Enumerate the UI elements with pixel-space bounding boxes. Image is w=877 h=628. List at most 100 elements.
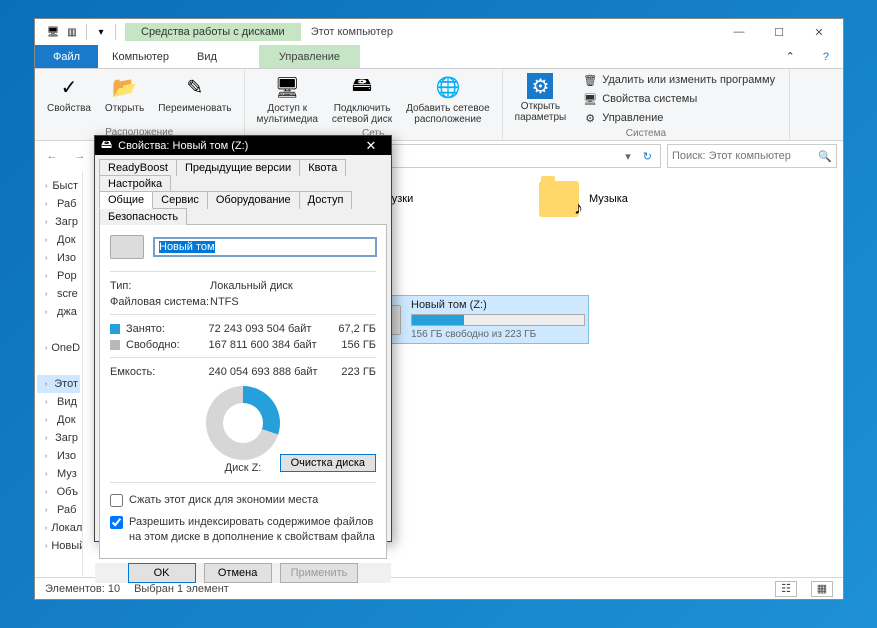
manage-icon: ⚙ xyxy=(582,110,598,126)
sidebar-item[interactable]: ›Раб xyxy=(37,501,80,519)
close-button[interactable]: ✕ xyxy=(799,19,839,45)
ribbon-collapse-icon[interactable]: ⌃ xyxy=(772,45,809,68)
drive-item[interactable]: Новый том (Z:)156 ГБ свободно из 223 ГБ xyxy=(359,295,589,344)
menu-file[interactable]: Файл xyxy=(35,45,98,68)
ribbon-media-button[interactable]: 🖥Доступ к мультимедиа xyxy=(251,71,324,127)
index-checkbox[interactable] xyxy=(110,516,123,529)
dialog-tabs: ReadyBoostПредыдущие версииКвота Настройк… xyxy=(95,155,391,224)
folder-icon: ♪ xyxy=(539,181,579,217)
sidebar-item[interactable]: ›Док xyxy=(37,411,80,429)
search-box[interactable]: 🔍 xyxy=(667,144,837,168)
sidebar-item[interactable]: ›OneD xyxy=(37,339,80,357)
ribbon: ✓Свойства 📂Открыть ✎Переименовать Распол… xyxy=(35,69,843,141)
properties-icon: ✓ xyxy=(55,73,83,101)
ribbon-uninstall-button[interactable]: 🗑Удалить или изменить программу xyxy=(578,71,779,89)
netdrive-icon: 🖴 xyxy=(348,73,376,101)
dialog-tab[interactable]: Безопасность xyxy=(99,208,187,225)
sidebar-item[interactable]: ›Муз xyxy=(37,465,80,483)
index-checkbox-row[interactable]: Разрешить индексировать содержимое файло… xyxy=(110,515,376,544)
nav-fwd-button[interactable]: → xyxy=(69,145,91,167)
dialog-tab[interactable]: Оборудование xyxy=(207,191,300,209)
folder-item[interactable]: ♪ Музыка xyxy=(539,181,719,217)
sidebar-item[interactable]: ›Док xyxy=(37,231,80,249)
dialog-tab[interactable]: Квота xyxy=(299,159,346,176)
sidebar-item[interactable]: ›Изо xyxy=(37,447,80,465)
used-bytes: 72 243 093 504 байт xyxy=(209,323,327,335)
apply-button[interactable]: Применить xyxy=(280,563,359,583)
compress-checkbox-row[interactable]: Сжать этот диск для экономии места xyxy=(110,493,376,507)
sidebar-item[interactable]: ›Изо xyxy=(37,249,80,267)
ok-button[interactable]: OK xyxy=(128,563,196,583)
sidebar-item[interactable] xyxy=(37,357,80,375)
sidebar-item[interactable]: ›Объ xyxy=(37,483,80,501)
help-icon[interactable]: ? xyxy=(809,45,843,68)
drive-icon: 🖴 xyxy=(101,136,112,155)
view-details-button[interactable]: ☷ xyxy=(775,581,797,597)
view-icons-button[interactable]: ▦ xyxy=(811,581,833,597)
sidebar-item[interactable]: ›Вид xyxy=(37,393,80,411)
folder-label: Музыка xyxy=(589,193,628,205)
compress-checkbox[interactable] xyxy=(110,494,123,507)
sidebar-item[interactable]: ›Загр xyxy=(37,213,80,231)
free-gb: 156 ГБ xyxy=(327,339,376,351)
address-dropdown-icon[interactable]: ▾ xyxy=(621,150,635,163)
settings-icon: ⚙ xyxy=(527,73,553,99)
dialog-titlebar: 🖴 Свойства: Новый том (Z:) ✕ xyxy=(95,136,391,155)
dialog-tab[interactable]: Сервис xyxy=(152,191,208,209)
dialog-tab[interactable]: ReadyBoost xyxy=(99,159,177,176)
menubar: Файл Компьютер Вид Управление ⌃ ? xyxy=(35,45,843,69)
sidebar-item[interactable]: ›Этот xyxy=(37,375,80,393)
drive-name: Новый том (Z:) xyxy=(411,299,585,311)
ribbon-addnet-button[interactable]: 🌐Добавить сетевое расположение xyxy=(400,71,496,127)
capacity-gb: 223 ГБ xyxy=(327,366,376,378)
sidebar-item[interactable]: ›scre xyxy=(37,285,80,303)
tab-general-page: Тип:Локальный диск Файловая система:NTFS… xyxy=(99,224,387,559)
ribbon-props-button[interactable]: ✓Свойства xyxy=(41,71,97,126)
sidebar-item[interactable]: ›джа xyxy=(37,303,80,321)
filesystem-value: NTFS xyxy=(210,296,239,308)
sidebar-item[interactable]: ›Локальный диск xyxy=(37,519,80,537)
ribbon-sysprops-button[interactable]: 🖥Свойства системы xyxy=(578,90,779,108)
ribbon-group-system: Система xyxy=(509,127,783,141)
cleanup-button[interactable]: Очистка диска xyxy=(280,454,376,472)
sidebar-item[interactable]: ›Pop xyxy=(37,267,80,285)
minimize-button[interactable]: — xyxy=(719,19,759,45)
sidebar-item[interactable]: ›Загр xyxy=(37,429,80,447)
volume-name-input[interactable] xyxy=(154,238,376,256)
ribbon-open-button[interactable]: 📂Открыть xyxy=(99,71,150,126)
status-selection: Выбран 1 элемент xyxy=(134,583,229,595)
type-value: Локальный диск xyxy=(210,280,293,292)
sysprops-icon: 🖥 xyxy=(582,91,598,107)
menu-computer[interactable]: Компьютер xyxy=(98,45,183,68)
search-icon: 🔍 xyxy=(818,150,832,163)
sidebar-item[interactable] xyxy=(37,321,80,339)
open-icon: 📂 xyxy=(111,73,139,101)
dialog-tab[interactable]: Доступ xyxy=(299,191,353,209)
sidebar: ›Быст›Раб›Загр›Док›Изо›Pop›scre›джа›OneD… xyxy=(35,171,83,577)
menu-view[interactable]: Вид xyxy=(183,45,231,68)
used-gb: 67,2 ГБ xyxy=(327,323,376,335)
ribbon-manage-button[interactable]: ⚙Управление xyxy=(578,109,779,127)
maximize-button[interactable]: ☐ xyxy=(759,19,799,45)
dialog-title: Свойства: Новый том (Z:) xyxy=(118,140,248,152)
qat-new-icon[interactable]: ▾ xyxy=(93,24,109,40)
cancel-button[interactable]: Отмена xyxy=(204,563,272,583)
ribbon-rename-button[interactable]: ✎Переименовать xyxy=(152,71,237,126)
sidebar-item[interactable]: ›Новый том (Z:) xyxy=(37,537,80,555)
media-icon: 🖥 xyxy=(273,73,301,101)
free-bytes: 167 811 600 384 байт xyxy=(209,339,327,351)
sidebar-item[interactable]: ›Быст xyxy=(37,177,80,195)
nav-back-button[interactable]: ← xyxy=(41,145,63,167)
dialog-tab[interactable]: Настройка xyxy=(99,175,171,192)
menu-manage[interactable]: Управление xyxy=(259,45,360,68)
dialog-tab[interactable]: Предыдущие версии xyxy=(176,159,300,176)
search-input[interactable] xyxy=(672,150,818,162)
sidebar-item[interactable]: ›Раб xyxy=(37,195,80,213)
dialog-tab[interactable]: Общие xyxy=(99,191,153,209)
ribbon-openparams-button[interactable]: ⚙Открыть параметры xyxy=(509,71,573,127)
type-label: Тип: xyxy=(110,280,210,292)
qat-props-icon[interactable]: ▥ xyxy=(64,24,80,40)
ribbon-netdrive-button[interactable]: 🖴Подключить сетевой диск xyxy=(326,71,398,127)
refresh-icon[interactable]: ↻ xyxy=(639,150,656,163)
dialog-close-button[interactable]: ✕ xyxy=(357,138,385,154)
